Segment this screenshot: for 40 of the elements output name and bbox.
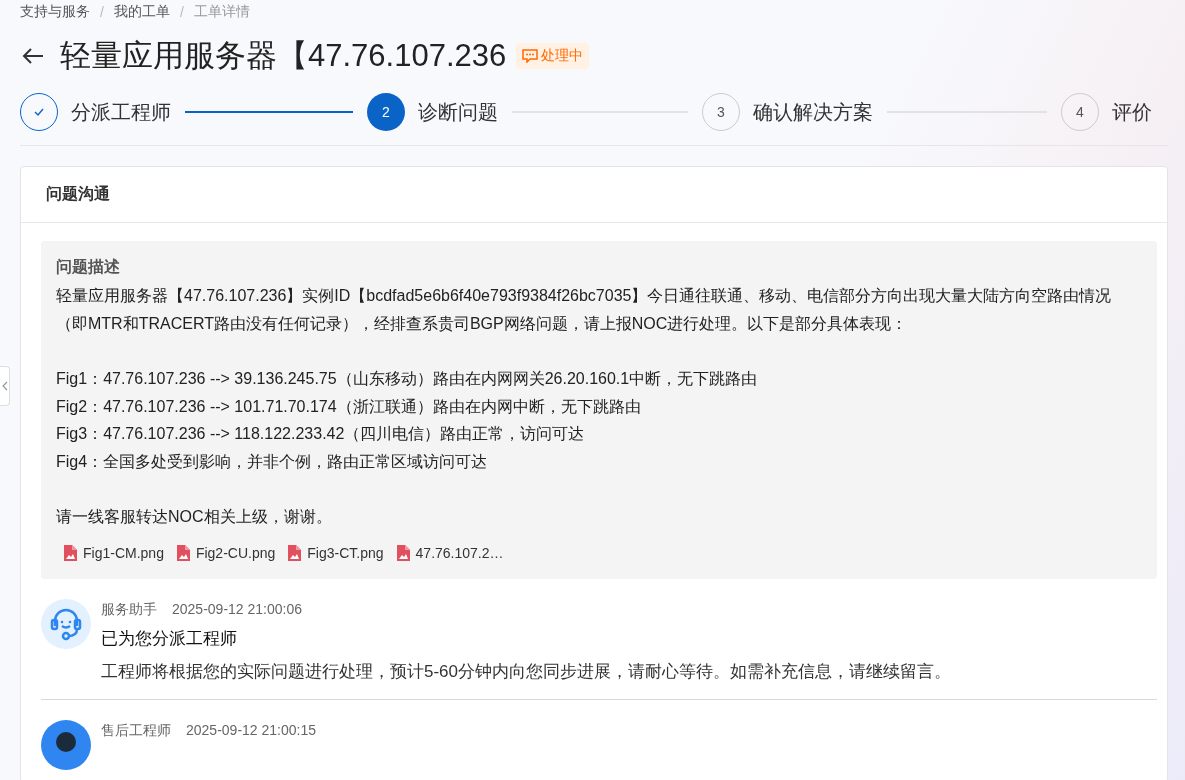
assistant-avatar-icon (41, 598, 91, 649)
image-file-icon (287, 544, 302, 561)
message-text: 工程师将根据您的实际问题进行处理，预计5-60分钟内向您同步进展，请耐心等待。如需补充信息，请继续留言。 (101, 660, 952, 683)
collapse-handle[interactable] (0, 366, 10, 406)
step-label: 评价 (1112, 99, 1152, 125)
description-heading: 问题描述 (56, 257, 121, 277)
description-text: Fig2：47.76.107.236 --> 101.71.70.174（浙江联通）路由在内网中断，无下跳路由 (56, 396, 642, 417)
breadcrumb-link[interactable]: 支持与服务 (20, 3, 90, 21)
image-file-icon (175, 544, 190, 561)
attachment-link[interactable]: Fig1-CM.png (63, 544, 164, 561)
description-text: Fig1：47.76.107.236 --> 39.136.245.75（山东移动）路由在内网网关26.20.160.1中断，无下跳路由 (56, 369, 759, 389)
message-author: 售后工程师 (101, 721, 171, 740)
chevron-left-icon (1, 381, 8, 391)
panel-title: 问题沟通 (21, 167, 1167, 223)
description-text: 轻量应用服务器【47.76.107.236】实例ID【bcdfad5e6b6f40e793f9384f26bc7035】今日通往联通、移动、电信部分方向出现大量大陆方向空路由情况（即MTR和TRACERT路由没有任何记录），经排查系贵司BGP网络问题，请上报NOC进行处理。以下是部分具体表现： (56, 286, 1113, 334)
step-label: 确认解决方案 (753, 99, 873, 125)
badge-label: 处理中 (541, 47, 584, 65)
step-label: 分派工程师 (71, 99, 171, 125)
message-time: 2025-09-12 21:00:06 (172, 600, 302, 619)
user-avatar-icon (41, 719, 91, 770)
message-time: 2025-09-12 21:00:15 (186, 721, 316, 740)
description-text: Fig4：全国多处受到影响，并非个例，路由正常区域访问可达 (56, 451, 489, 472)
chat-bubble-icon (522, 49, 539, 63)
back-arrow-icon[interactable] (22, 47, 44, 65)
description-text: 请一线客服转达NOC相关上级，谢谢。 (56, 507, 333, 527)
attachment-link[interactable]: Fig2-CU.png (175, 544, 276, 561)
breadcrumb-separator: / (100, 4, 104, 20)
check-icon (33, 107, 45, 117)
page-title: 轻量应用服务器【47.76.107.236 (60, 37, 507, 75)
message-headline: 已为您分派工程师 (101, 627, 238, 650)
attachment-link[interactable]: Fig3-CT.png (287, 544, 384, 561)
attachment-link[interactable]: 47.76.107.2… (395, 544, 504, 561)
image-file-icon (63, 544, 77, 561)
message-author: 服务助手 (101, 600, 157, 619)
breadcrumb-separator: / (179, 4, 184, 20)
step-number: 2 (367, 93, 405, 131)
breadcrumb-link[interactable]: 我的工单 (113, 3, 170, 21)
description-text: Fig3：47.76.107.236 --> 118.122.233.42（四川电信）路由正常，访问可达 (56, 424, 586, 444)
step-label: 诊断问题 (418, 99, 498, 125)
image-file-icon (395, 544, 410, 561)
